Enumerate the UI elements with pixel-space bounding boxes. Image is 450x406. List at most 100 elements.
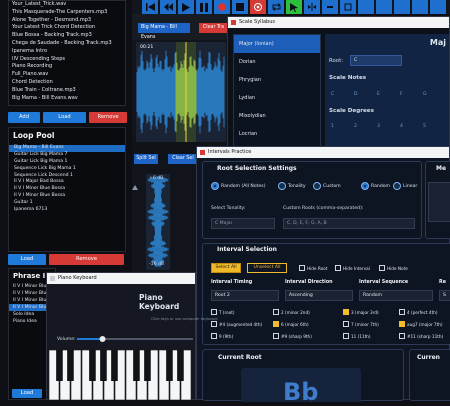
clear-selection-button[interactable]: Clear Sel (168, 154, 198, 164)
loop-pool-item[interactable]: Guitar Lick Big Mama 1 (9, 159, 125, 166)
add-track-button[interactable]: Add (8, 112, 40, 123)
interval-checkbox[interactable]: 7 (minor 7th) (343, 321, 379, 327)
load-track-button[interactable]: Load (43, 112, 86, 123)
rewind-button[interactable] (160, 0, 177, 14)
root-mode-custom[interactable]: Custom (313, 182, 341, 190)
track-list[interactable]: Your_Latest_Trick.wav This Masquerade-The… (8, 0, 126, 106)
root-mode-random[interactable]: Random (All Notes) (211, 182, 266, 190)
interval-checkbox[interactable]: 11 (11th) (343, 333, 371, 339)
hide-interval-checkbox[interactable]: Hide Interval (335, 265, 370, 271)
interval-timing-select[interactable]: Root 2 (211, 290, 279, 301)
tool-button-17[interactable] (430, 0, 447, 14)
track-list-item[interactable]: Blue Bossa - Backing Track.mp3 (9, 32, 125, 40)
scale-list-item[interactable]: Locrian (234, 125, 320, 143)
hide-root-checkbox[interactable]: Hide Root (299, 265, 327, 271)
remove-loop-button[interactable]: Remove (49, 254, 124, 265)
tool-button-14[interactable] (376, 0, 393, 14)
tool-button-10[interactable] (304, 0, 321, 14)
loop-pool-item[interactable]: Sequence Lick Big Mama 1 (9, 166, 125, 173)
black-key[interactable] (133, 350, 140, 381)
root-mode-tonality[interactable]: Tonality (278, 182, 306, 190)
loop-pool-item[interactable]: Big Mama - Bill Evans (9, 145, 125, 152)
clear-track-button[interactable]: Clear Tra (199, 23, 228, 33)
track-list-item[interactable]: Big Mama - Bill Evans.wav (9, 95, 125, 103)
root-select[interactable]: C (350, 55, 402, 66)
track-list-item[interactable]: Piano Recording (9, 63, 125, 71)
tonality-select[interactable]: C Major (211, 218, 275, 229)
volume-knob[interactable] (99, 336, 106, 342)
pause-button[interactable] (196, 0, 213, 14)
track-list-item[interactable]: Alone Together - Desmond.mp3 (9, 17, 125, 25)
track-list-item[interactable]: Chega de Saudade - Backing Track.mp3 (9, 40, 125, 48)
tool-button-13[interactable] (358, 0, 375, 14)
black-key[interactable] (56, 350, 63, 381)
loop-pool-item[interactable]: Guitar 1 (9, 200, 125, 207)
scale-list-item[interactable]: Lydian (234, 89, 320, 107)
scale-list-item[interactable]: Dorian (234, 53, 320, 71)
loop-button[interactable] (268, 0, 285, 14)
interval-checkbox[interactable]: #4 (augmented 4th) (211, 321, 262, 327)
direction-random[interactable]: Random (361, 182, 390, 190)
scale-list-item[interactable]: Major (Ionian) (234, 35, 320, 53)
scroll-up-icon[interactable] (132, 184, 138, 192)
tool-button-11[interactable] (322, 0, 339, 14)
volume-slider[interactable] (47, 334, 197, 344)
scale-list-item[interactable]: Mixolydian (234, 107, 320, 125)
tool-button-15[interactable] (394, 0, 411, 14)
interval-checkbox[interactable]: 3 (major 3rd) (343, 309, 379, 315)
split-selection-button[interactable]: Split Sel (134, 154, 158, 164)
track-list-item[interactable]: Your Latest Trick Chord Detection (9, 24, 125, 32)
interval-direction-select[interactable]: Ascending (285, 290, 353, 301)
skip-back-button[interactable] (142, 0, 159, 14)
right-section-field[interactable] (428, 182, 450, 222)
track-list-item[interactable]: Ipanema Intro (9, 48, 125, 56)
tool-button-16[interactable] (412, 0, 429, 14)
play-button[interactable] (178, 0, 195, 14)
interval-checkbox[interactable]: #11 (sharp 11th) (399, 333, 443, 339)
main-waveform[interactable] (136, 42, 226, 142)
black-key[interactable] (144, 350, 151, 381)
black-key[interactable] (177, 350, 184, 381)
track-list-item[interactable]: Your_Latest_Trick.wav (9, 1, 125, 9)
interval-window-titlebar[interactable]: Intervals Practice (197, 147, 449, 158)
scale-list-item[interactable]: Phrygian (234, 71, 320, 89)
interval-checkbox[interactable]: aug7 (major 7th) (399, 321, 443, 327)
black-key[interactable] (100, 350, 107, 381)
interval-checkbox[interactable]: T (root) (211, 309, 235, 315)
black-key[interactable] (111, 350, 118, 381)
loop-record-button[interactable] (250, 0, 267, 14)
direction-linear[interactable]: Linear (393, 182, 417, 190)
track-list-item[interactable]: Blue Train - Coltrane.mp3 (9, 87, 125, 95)
load-phrase-button[interactable]: Load (12, 389, 42, 398)
track-list-item[interactable]: Chord Detection (9, 79, 125, 87)
track-waveform[interactable] (146, 174, 170, 270)
loop-pool-item[interactable]: Guitar Lick Big Mama 7 (9, 152, 125, 159)
scale-window-titlebar[interactable]: Scale Syllabus (228, 17, 449, 28)
interval-checkbox[interactable]: 2 (minor 2nd) (273, 309, 310, 315)
interval-checkbox[interactable]: 9 (9th) (211, 333, 233, 339)
record-button[interactable] (214, 0, 231, 14)
track-list-item[interactable]: This Masquerade-The Carpenters.mp3 (9, 9, 125, 17)
select-all-button[interactable]: Select All (211, 263, 241, 273)
extra-select[interactable]: S (439, 290, 450, 301)
tool-button-12[interactable] (340, 0, 357, 14)
track-list-item[interactable]: IIV Descending Steps (9, 56, 125, 64)
piano-keys[interactable] (47, 350, 197, 400)
piano-window-titlebar[interactable]: Piano Keyboard (47, 273, 195, 284)
cursor-tool-button[interactable] (286, 0, 303, 14)
custom-roots-input[interactable]: C, D, E, F, G, A, B (283, 218, 415, 229)
stop-button[interactable] (232, 0, 249, 14)
interval-checkbox[interactable]: 6 (major 6th) (273, 321, 309, 327)
interval-sequence-select[interactable]: Random (359, 290, 433, 301)
interval-checkbox[interactable]: #9 (sharp 9th) (273, 333, 312, 339)
loop-pool-item[interactable]: Ipanema 6713 (9, 207, 125, 214)
black-key[interactable] (89, 350, 96, 381)
load-loop-button[interactable]: Load (8, 254, 46, 265)
black-key[interactable] (67, 350, 74, 381)
black-key[interactable] (166, 350, 173, 381)
unselect-all-button[interactable]: Unselect All (247, 263, 287, 273)
hide-note-checkbox[interactable]: Hide Note (379, 265, 408, 271)
interval-checkbox[interactable]: 4 (perfect 4th) (399, 309, 438, 315)
track-list-item[interactable]: Full_Piano.wav (9, 71, 125, 79)
remove-track-button[interactable]: Remove (89, 112, 127, 123)
